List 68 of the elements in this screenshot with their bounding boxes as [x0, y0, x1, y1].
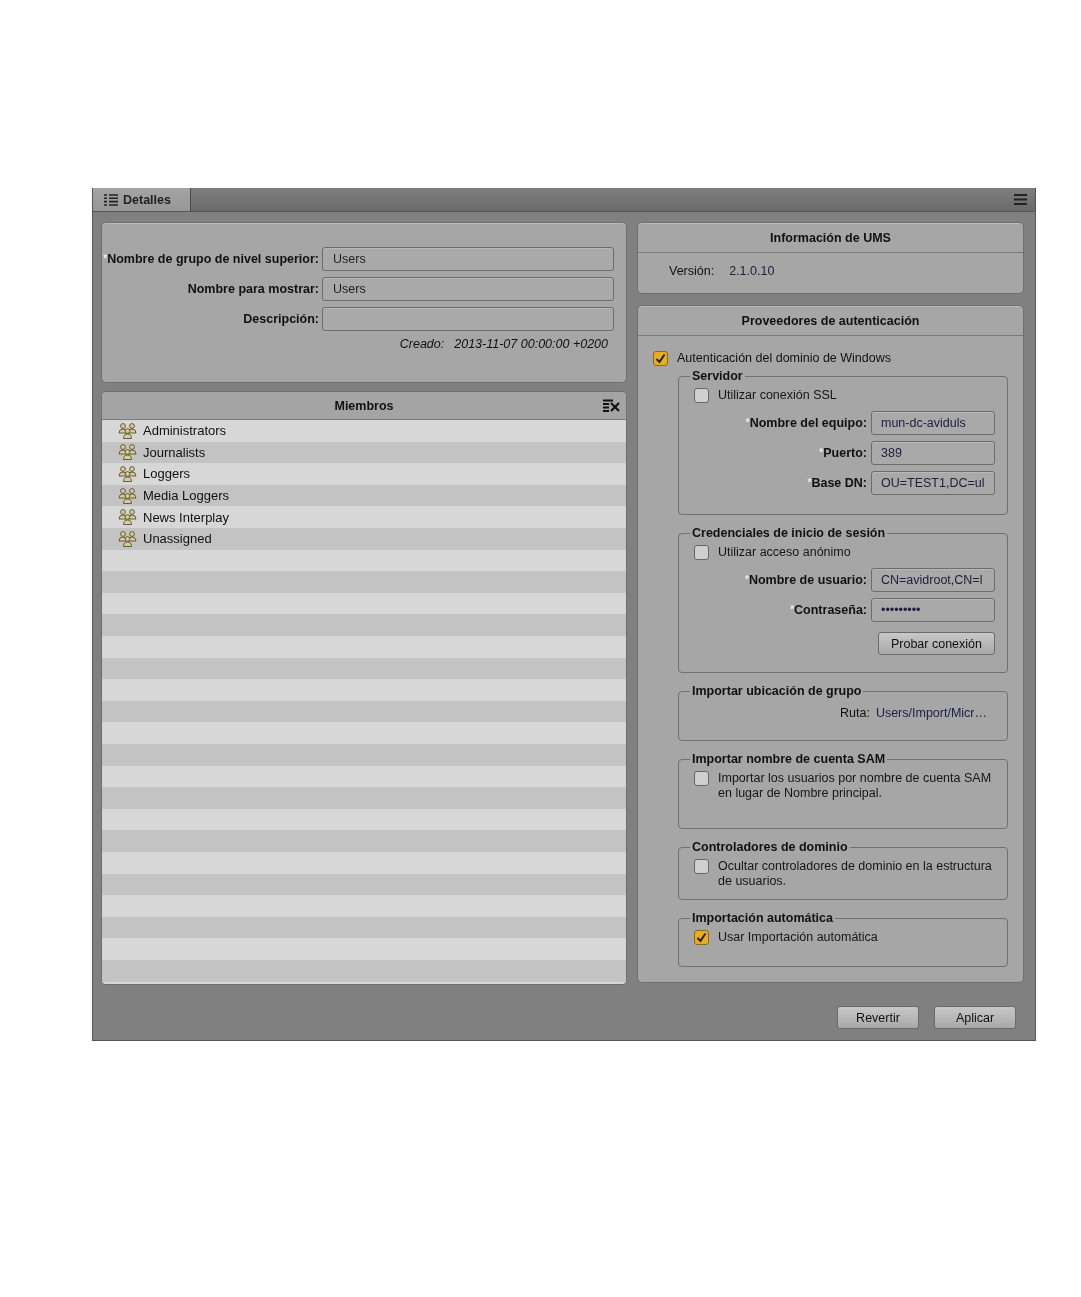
group-title: Servidor [691, 369, 744, 383]
checkbox[interactable] [694, 930, 709, 945]
created-label: Creado: [399, 337, 445, 351]
member-item[interactable]: Unassigned [102, 527, 626, 550]
field-label: Base DN: [811, 476, 867, 490]
input-field[interactable]: CN=avidroot,CN=l [871, 568, 995, 592]
panel-title: Información de UMS [770, 230, 891, 245]
users-icon [118, 422, 137, 439]
users-icon [118, 444, 137, 461]
users-icon [118, 487, 137, 504]
group-title: Importar ubicación de grupo [691, 684, 863, 698]
required-mark: * [790, 604, 795, 615]
field-label: Descripción: [243, 312, 319, 326]
member-item[interactable]: Media Loggers [102, 484, 626, 507]
checkbox-label: Utilizar conexión SSL [718, 388, 837, 403]
checkbox-label: Autenticación del dominio de Windows [677, 351, 891, 365]
field-label: Nombre del equipo: [749, 416, 867, 430]
checkbox[interactable] [694, 388, 709, 403]
list-icon [104, 193, 118, 206]
required-mark: * [745, 574, 749, 585]
created-date: 2013-11-07 00:00:00 +0200 [454, 337, 608, 351]
input-field[interactable]: Users [322, 247, 614, 271]
input-field[interactable]: mun-dc-aviduls [871, 411, 995, 435]
users-icon [118, 530, 137, 547]
group-title: Importación automática [691, 911, 834, 925]
checkbox-label: Utilizar acceso anónimo [718, 545, 851, 560]
input-field[interactable]: ••••••••• [871, 598, 995, 622]
field-label: Puerto: [823, 446, 867, 460]
input-field[interactable] [322, 307, 614, 331]
panel-title: Miembros [334, 398, 394, 413]
field-label: Nombre de grupo de nivel superior: [107, 252, 319, 266]
button[interactable]: Probar conexión [877, 632, 995, 655]
panel-title: Proveedores de autenticación [741, 313, 920, 328]
field-label: Nombre para mostrar: [187, 282, 319, 296]
version-value: 2.1.0.10 [729, 264, 775, 278]
member-item[interactable]: News Interplay [102, 506, 626, 528]
member-item[interactable]: Loggers [102, 463, 626, 485]
users-icon [118, 509, 137, 526]
group-title: Credenciales de inicio de sesión [691, 526, 887, 540]
required-mark: * [819, 447, 824, 458]
checkbox-label: Ocultar controladores de dominio en la estructura de usuarios. [718, 859, 993, 889]
required-mark: * [745, 417, 750, 428]
group-title: Importar nombre de cuenta SAM [691, 752, 887, 766]
required-mark: * [103, 253, 108, 264]
input-field[interactable]: Users [322, 277, 614, 301]
clear-list-icon[interactable] [603, 399, 620, 412]
required-mark: * [807, 477, 812, 488]
checkbox-label: Importar los usuarios por nombre de cuenta SAM en lugar de Nombre principal. [718, 771, 993, 801]
member-item[interactable]: Administrators [102, 420, 626, 442]
menu-icon[interactable] [1014, 194, 1027, 205]
input-field[interactable]: OU=TEST1,DC=ul [871, 471, 995, 495]
tab[interactable]: Detalles [93, 188, 191, 211]
checkbox[interactable] [694, 859, 709, 874]
checkbox[interactable] [694, 771, 709, 786]
path-value: Users/Import/Micr… [875, 706, 987, 720]
checkbox-label: Usar Importación automática [718, 930, 878, 945]
checkbox[interactable] [694, 545, 709, 560]
field-label: Contraseña: [794, 603, 867, 617]
button[interactable]: Revertir [837, 1006, 919, 1029]
group-title: Controladores de dominio [691, 840, 849, 854]
button[interactable]: Aplicar [934, 1006, 1016, 1029]
member-item[interactable]: Journalists [102, 441, 626, 464]
version-label: Versión: [669, 264, 715, 278]
checkbox[interactable] [653, 350, 668, 366]
users-icon [118, 466, 137, 482]
input-field[interactable]: 389 [871, 441, 995, 465]
field-label: Nombre de usuario: [748, 573, 867, 587]
path-label: Ruta: [840, 706, 870, 720]
